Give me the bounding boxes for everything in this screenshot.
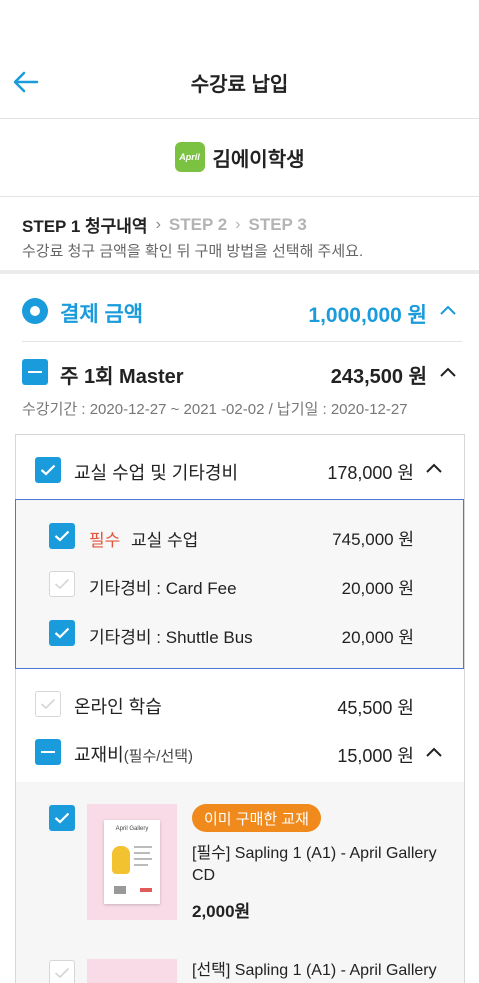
payment-amount: 1,000,000 원 [308,304,427,327]
chevron-right-icon: › [235,215,241,233]
textbook-label: 교재비 [74,745,124,765]
product-checkbox[interactable] [49,960,75,983]
purchased-badge: 이미 구매한 교재 [192,804,321,832]
chevron-right-icon: › [155,215,161,233]
required-class-checkbox[interactable] [49,523,75,549]
check-icon [54,530,70,542]
section-divider [0,270,479,274]
page-title: 수강료 납입 [190,74,289,96]
textbook-checkbox[interactable] [35,739,61,765]
textbook-label-row: 교재비(필수/선택) [74,741,193,767]
divider [0,118,479,119]
step-3: STEP 3 [248,214,307,234]
april-logo: April [174,142,205,172]
check-icon [54,578,70,590]
product-checkbox[interactable] [49,805,75,831]
product-price: 2,000원 [192,902,251,921]
item-amount: 20,000 원 [341,579,414,598]
divider [0,196,479,197]
chevron-up-icon[interactable] [439,366,457,378]
item-label: 기타경비 : Shuttle Bus [89,628,253,647]
chevron-up-icon[interactable] [425,746,443,758]
check-icon [54,627,70,639]
course-amount: 243,500 원 [330,366,427,388]
card-fee-checkbox[interactable] [49,571,75,597]
classroom-label: 교실 수업 및 기타경비 [74,463,239,483]
textbook-amount: 15,000 원 [337,746,414,766]
item-amount: 745,000 원 [332,530,414,549]
product-title: [필수] Sapling 1 (A1) - April Gallery CD [192,845,437,884]
payment-radio[interactable] [22,298,48,324]
product-title: [선택] Sapling 1 (A1) - April Gallery [192,962,437,979]
check-icon [40,698,56,710]
online-amount: 45,500 원 [337,698,414,718]
step-description: 수강료 청구 금액을 확인 뒤 구매 방법을 선택해 주세요. [22,243,364,260]
course-period: 수강기간 : 2020-12-27 ~ 2021 -02-02 / 납기일 : … [22,401,408,418]
step-1: STEP 1 청구내역 [22,217,148,236]
online-checkbox[interactable] [35,691,61,717]
payment-label: 결제 금액 [60,303,144,326]
chevron-up-icon[interactable] [425,462,443,474]
textbook-label-sub: (필수/선택) [123,748,194,765]
chevron-up-icon[interactable] [439,304,457,316]
book-cover-text: April Gallery [115,826,149,832]
student-name: 김에이학생 [212,148,305,171]
item-label: 교실 수업 [131,531,199,550]
online-label: 온라인 학습 [74,697,162,717]
book-cover-image: April Gallery [104,820,160,904]
course-checkbox[interactable] [22,359,48,385]
step-2: STEP 2 [168,214,228,234]
course-title: 주 1회 Master [60,366,184,388]
classroom-amount: 178,000 원 [327,463,414,483]
check-icon [54,967,70,979]
divider [22,341,462,342]
check-icon [40,464,56,476]
required-tag: 필수 [89,531,121,550]
classroom-checkbox[interactable] [35,457,61,483]
student-header: April 김에이학생 [0,142,479,172]
check-icon [54,812,70,824]
required-class-row: 필수 교실 수업 [89,526,198,551]
product-thumbnail [87,959,177,983]
item-label: 기타경비 : Card Fee [89,579,237,598]
shuttle-bus-checkbox[interactable] [49,620,75,646]
product-thumbnail: April Gallery [87,804,177,920]
item-amount: 20,000 원 [341,628,414,647]
breadcrumb: STEP 1 청구내역 › STEP 2 › STEP 3 [22,212,307,237]
